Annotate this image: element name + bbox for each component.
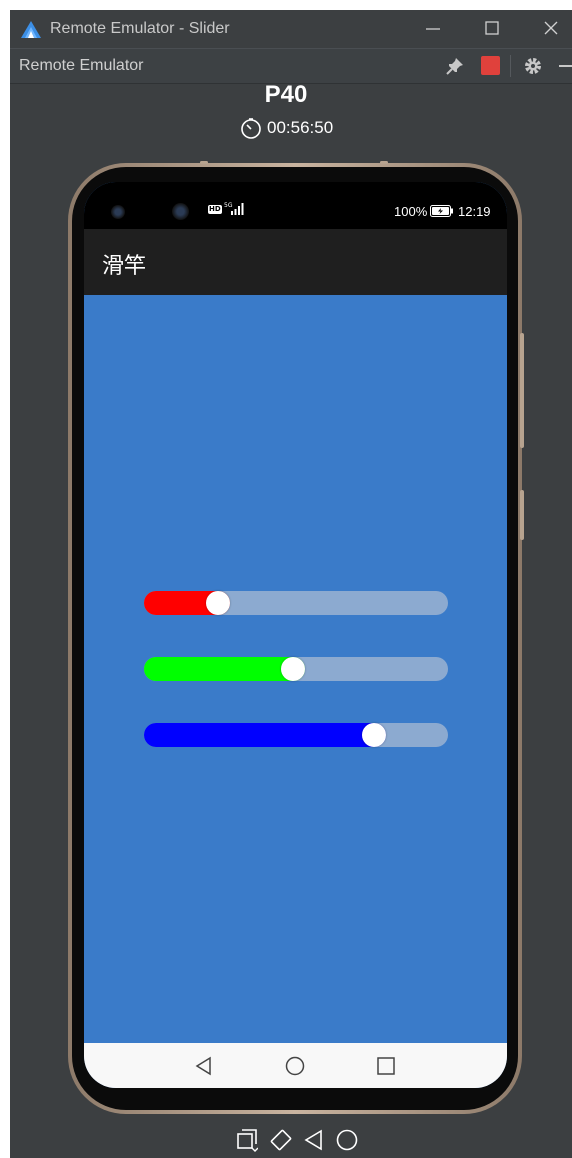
phone-screen[interactable]: HD 5G 100% 12:19 滑竿 — [84, 182, 507, 1088]
home-icon[interactable] — [285, 1056, 305, 1076]
toolbar-divider — [510, 55, 511, 77]
top-sensor — [200, 161, 208, 164]
battery-icon — [430, 205, 453, 217]
navigation-bar — [84, 1043, 507, 1088]
window-title: Remote Emulator - Slider — [50, 20, 230, 37]
pin-icon[interactable] — [445, 56, 465, 76]
timer-icon — [241, 118, 261, 139]
page-title: 滑竿 — [102, 254, 147, 279]
emulator-controls — [0, 1128, 572, 1156]
minimize-icon[interactable] — [418, 16, 448, 42]
app-bar: 滑竿 — [84, 229, 507, 295]
status-clock: 12:19 — [458, 204, 491, 219]
title-bar: Remote Emulator - Slider — [10, 10, 572, 48]
slider-green[interactable] — [144, 657, 448, 681]
volume-button[interactable] — [520, 490, 524, 540]
rotate-icon[interactable] — [269, 1128, 293, 1152]
recent-icon[interactable] — [376, 1056, 396, 1076]
app-logo-icon — [21, 21, 41, 38]
toolbar-title: Remote Emulator — [19, 57, 144, 74]
front-camera — [111, 205, 125, 219]
slider-blue[interactable] — [144, 723, 448, 747]
maximize-icon[interactable] — [477, 16, 507, 42]
back-icon[interactable] — [194, 1056, 214, 1076]
status-bar: HD 5G 100% 12:19 — [84, 182, 507, 229]
battery-percent: 100% — [394, 204, 428, 219]
hide-panel-button[interactable] — [559, 65, 572, 67]
stop-icon[interactable] — [481, 56, 500, 75]
slider-red[interactable] — [144, 591, 448, 615]
home-icon[interactable] — [335, 1128, 359, 1152]
slider-thumb[interactable] — [281, 657, 306, 681]
top-sensor — [380, 161, 388, 164]
front-camera — [172, 203, 189, 220]
timer-text: 00:56:50 — [267, 118, 334, 137]
gear-icon[interactable] — [523, 56, 543, 76]
device-name: P40 — [264, 81, 308, 108]
slider-fill — [144, 723, 387, 747]
slider-thumb[interactable] — [205, 591, 230, 615]
screenshot-icon[interactable] — [236, 1128, 258, 1152]
power-button[interactable] — [520, 333, 524, 448]
slider-content — [84, 295, 507, 1043]
back-icon[interactable] — [302, 1128, 324, 1152]
toolbar: Remote Emulator — [10, 48, 572, 84]
hd-badge: HD — [208, 205, 222, 214]
signal-icon — [231, 203, 244, 215]
close-icon[interactable] — [537, 16, 567, 42]
